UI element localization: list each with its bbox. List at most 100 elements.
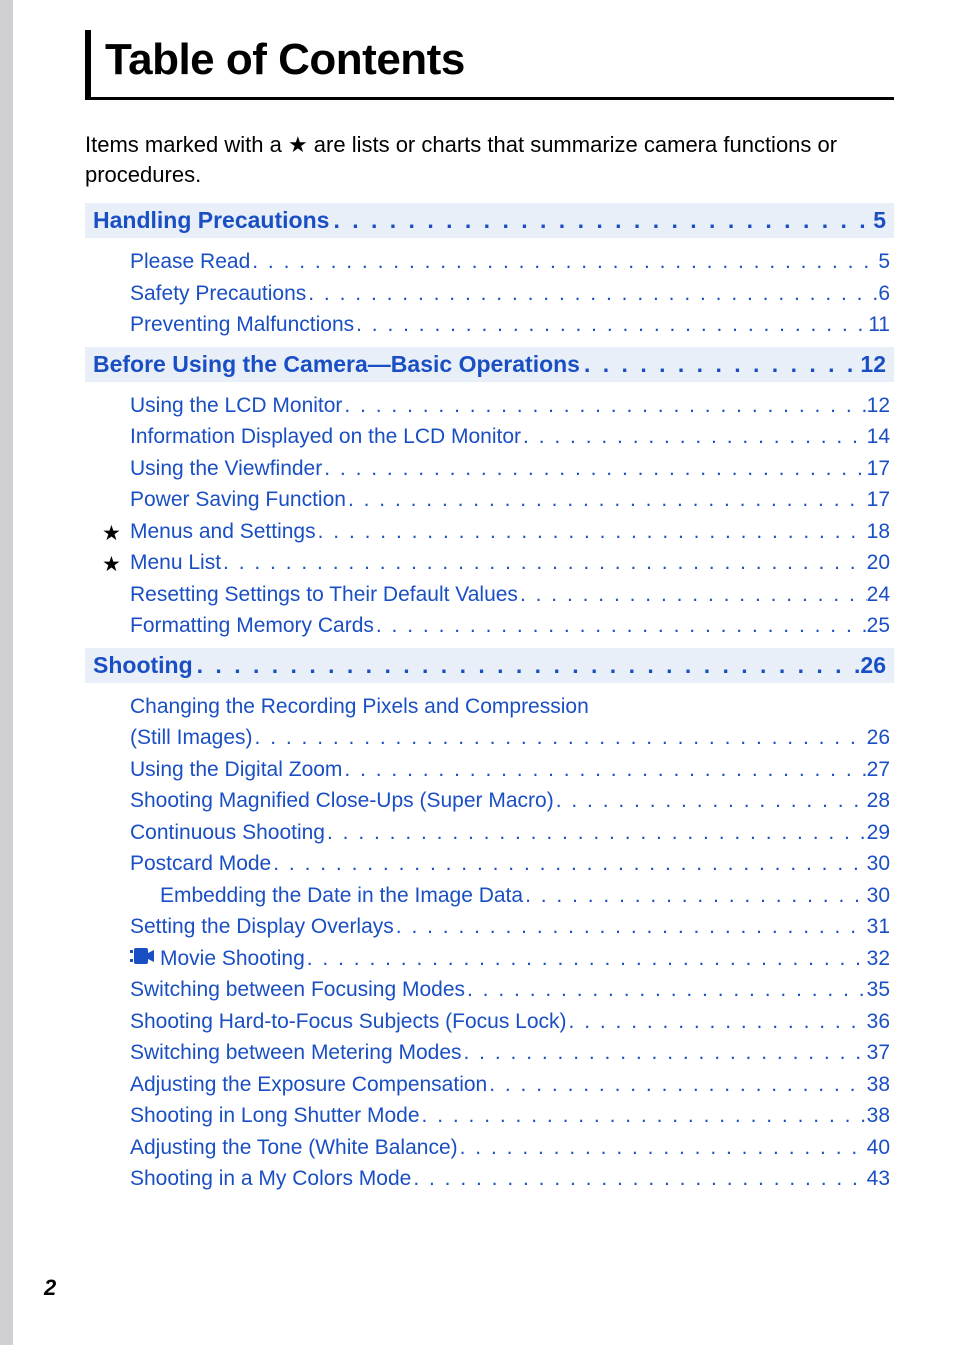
section-header-handling[interactable]: Handling Precautions . . . . . . . . . .…	[85, 203, 894, 238]
toc-entry[interactable]: Adjusting the Tone (White Balance). . . …	[130, 1132, 890, 1164]
movie-icon	[130, 942, 154, 974]
toc-page: 5	[878, 246, 890, 278]
dots: . . . . . . . . . . . . . . . . . . . . …	[394, 911, 867, 943]
dots: . . . . . . . . . . . . . . . . . . . . …	[487, 1069, 866, 1101]
dots: . . . . . . . . . . . . . . . . . . . . …	[305, 943, 867, 975]
dots: . . . . . . . . . . . . . . . . . . . . …	[346, 484, 867, 516]
dots: . . . . . . . . . . . . . . . . . . . . …	[465, 974, 867, 1006]
dots: . . . . . . . . . . . . . . . . . . . . …	[316, 516, 867, 548]
toc-entry[interactable]: Using the Digital Zoom. . . . . . . . . …	[130, 754, 890, 786]
toc-label: Switching between Metering Modes	[130, 1037, 462, 1069]
toc-page: 17	[867, 484, 890, 516]
toc-list-before-using: Using the LCD Monitor. . . . . . . . . .…	[85, 390, 894, 642]
toc-entry[interactable]: Shooting in Long Shutter Mode. . . . . .…	[130, 1100, 890, 1132]
toc-label: Using the Digital Zoom	[130, 754, 342, 786]
left-margin-bar	[0, 0, 13, 1345]
toc-label-text: Movie Shooting	[160, 947, 305, 970]
intro-text: Items marked with a ★ are lists or chart…	[85, 130, 894, 189]
toc-entry[interactable]: ★Menu List. . . . . . . . . . . . . . . …	[130, 547, 890, 579]
toc-entry[interactable]: Resetting Settings to Their Default Valu…	[130, 579, 890, 611]
toc-page: 24	[867, 579, 890, 611]
toc-label: Adjusting the Tone (White Balance)	[130, 1132, 458, 1164]
toc-page: 27	[867, 754, 890, 786]
toc-label: Using the Viewfinder	[130, 453, 322, 485]
dots: . . . . . . . . . . . . . . . . . . . . …	[193, 652, 861, 679]
dots: . . . . . . . . . . . . . . . . . . . . …	[420, 1100, 867, 1132]
toc-page: 14	[867, 421, 890, 453]
page-number: 2	[44, 1275, 56, 1301]
dots: . . . . . . . . . . . . . . . . . . . . …	[322, 453, 866, 485]
toc-entry[interactable]: Switching between Metering Modes. . . . …	[130, 1037, 890, 1069]
toc-entry[interactable]: Using the LCD Monitor. . . . . . . . . .…	[130, 390, 890, 422]
toc-entry[interactable]: Setting the Display Overlays. . . . . . …	[130, 911, 890, 943]
toc-label: Resetting Settings to Their Default Valu…	[130, 579, 518, 611]
title-wrapper: Table of Contents	[85, 30, 894, 100]
dots: . . . . . . . . . . . . . . . . . . . . …	[329, 207, 873, 234]
toc-label: Shooting in a My Colors Mode	[130, 1163, 411, 1195]
dots: . . . . . . . . . . . . . . . . . . . . …	[554, 785, 867, 817]
section-page: 12	[860, 351, 886, 378]
dots: . . . . . . . . . . . . . . . . . . . . …	[325, 817, 867, 849]
toc-entry[interactable]: Adjusting the Exposure Compensation. . .…	[130, 1069, 890, 1101]
toc-page: 36	[867, 1006, 890, 1038]
toc-entry[interactable]: Movie Shooting . . . . . . . . . . . . .…	[130, 943, 890, 975]
toc-list-shooting: Changing the Recording Pixels and Compre…	[85, 691, 894, 1195]
toc-entry[interactable]: Formatting Memory Cards. . . . . . . . .…	[130, 610, 890, 642]
toc-page: 6	[878, 278, 890, 310]
dots: . . . . . . . . . . . . . . . . . . . . …	[250, 246, 878, 278]
dots: . . . . . . . . . . . . . . . . . . . . …	[253, 722, 867, 754]
toc-label: Menus and Settings	[130, 516, 316, 548]
dots: . . . . . . . . . . . . . . . . . . . . …	[374, 610, 867, 642]
content-area: Table of Contents Items marked with a ★ …	[0, 0, 954, 1195]
toc-label: Preventing Malfunctions	[130, 309, 354, 341]
dots: . . . . . . . . . . . . . . . . . . . . …	[342, 754, 866, 786]
toc-entry[interactable]: Power Saving Function. . . . . . . . . .…	[130, 484, 890, 516]
toc-entry[interactable]: ★Menus and Settings. . . . . . . . . . .…	[130, 516, 890, 548]
toc-entry[interactable]: Please Read. . . . . . . . . . . . . . .…	[130, 246, 890, 278]
dots: . . . . . . . . . . . . . . . . . . . . …	[523, 880, 867, 912]
toc-entry[interactable]: Postcard Mode. . . . . . . . . . . . . .…	[130, 848, 890, 880]
toc-page: 29	[867, 817, 890, 849]
section-title: Handling Precautions	[93, 207, 329, 234]
toc-label: Shooting in Long Shutter Mode	[130, 1100, 420, 1132]
toc-entry[interactable]: Switching between Focusing Modes. . . . …	[130, 974, 890, 1006]
toc-label: Menu List	[130, 547, 221, 579]
dots: . . . . . . . . . . . . . . . . . . . . …	[458, 1132, 867, 1164]
section-header-before-using[interactable]: Before Using the Camera—Basic Operations…	[85, 347, 894, 382]
toc-entry[interactable]: Safety Precautions. . . . . . . . . . . …	[130, 278, 890, 310]
section-header-shooting[interactable]: Shooting . . . . . . . . . . . . . . . .…	[85, 648, 894, 683]
toc-label: Information Displayed on the LCD Monitor	[130, 421, 521, 453]
toc-entry[interactable]: (Still Images). . . . . . . . . . . . . …	[130, 722, 890, 754]
toc-label: Shooting Magnified Close-Ups (Super Macr…	[130, 785, 554, 817]
toc-entry[interactable]: Preventing Malfunctions. . . . . . . . .…	[130, 309, 890, 341]
toc-page: 38	[867, 1069, 890, 1101]
toc-entry[interactable]: Continuous Shooting. . . . . . . . . . .…	[130, 817, 890, 849]
toc-page: 28	[867, 785, 890, 817]
toc-label: Power Saving Function	[130, 484, 346, 516]
toc-list-handling: Please Read. . . . . . . . . . . . . . .…	[85, 246, 894, 341]
toc-entry[interactable]: Shooting Magnified Close-Ups (Super Macr…	[130, 785, 890, 817]
toc-entry[interactable]: Information Displayed on the LCD Monitor…	[130, 421, 890, 453]
toc-label: Movie Shooting	[130, 943, 305, 975]
dots: . . . . . . . . . . . . . . . . . . . . …	[271, 848, 866, 880]
toc-page: 32	[867, 943, 890, 975]
toc-entry[interactable]: Shooting Hard-to-Focus Subjects (Focus L…	[130, 1006, 890, 1038]
section-page: 5	[873, 207, 886, 234]
toc-label: Changing the Recording Pixels and Compre…	[130, 691, 589, 723]
toc-page: 25	[867, 610, 890, 642]
toc-page: 37	[867, 1037, 890, 1069]
dots: . . . . . . . . . . . . . . . . . . . . …	[462, 1037, 867, 1069]
toc-label: Setting the Display Overlays	[130, 911, 394, 943]
toc-entry[interactable]: Embedding the Date in the Image Data. . …	[130, 880, 890, 912]
dots: . . . . . . . . . . . . . . . . . . . . …	[518, 579, 867, 611]
toc-label: Using the LCD Monitor	[130, 390, 342, 422]
toc-entry[interactable]: Shooting in a My Colors Mode. . . . . . …	[130, 1163, 890, 1195]
dots: . . . . . . . . . . . . . . . . . . . . …	[306, 278, 878, 310]
toc-page: 30	[867, 848, 890, 880]
toc-page: 30	[867, 880, 890, 912]
toc-label: Switching between Focusing Modes	[130, 974, 465, 1006]
toc-entry[interactable]: Using the Viewfinder. . . . . . . . . . …	[130, 453, 890, 485]
star-icon: ★	[102, 518, 121, 550]
dots: . . . . . . . . . . . . . . . . . . . . …	[342, 390, 866, 422]
toc-entry[interactable]: Changing the Recording Pixels and Compre…	[130, 691, 890, 723]
